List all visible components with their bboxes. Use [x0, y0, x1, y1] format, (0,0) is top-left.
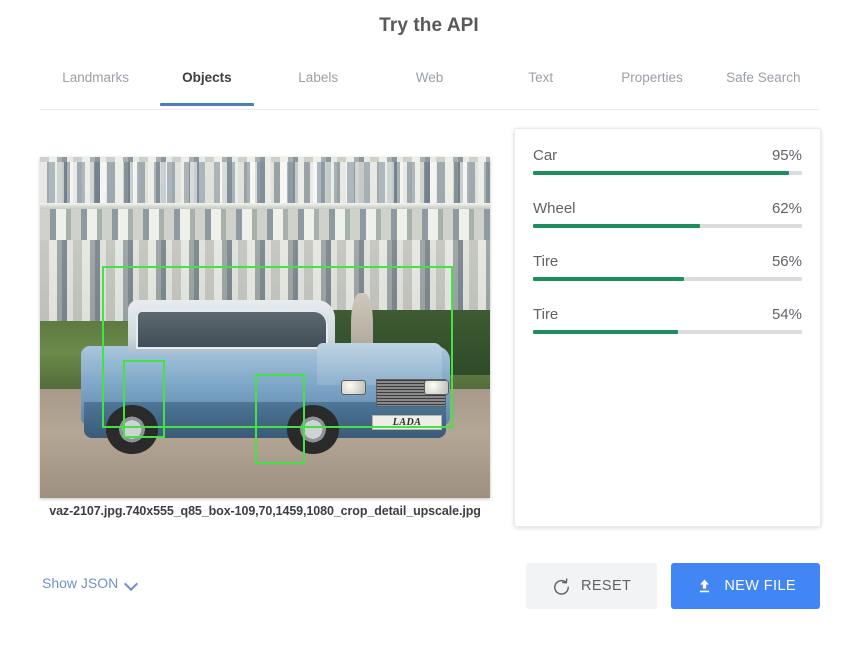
- upload-icon: [695, 577, 714, 596]
- front-wheel: [287, 404, 339, 455]
- result-label: Wheel: [533, 200, 576, 217]
- tab-properties[interactable]: Properties: [596, 70, 707, 105]
- photo-content: LADA: [40, 157, 490, 498]
- show-json-label: Show JSON: [42, 575, 119, 591]
- result-progress-track: [533, 277, 802, 281]
- result-progress-track: [533, 330, 802, 334]
- result-progress-fill: [533, 330, 679, 334]
- result-row: Tire 56%: [533, 253, 802, 281]
- tab-label: Web: [415, 70, 444, 85]
- license-plate-text: LADA: [392, 416, 422, 428]
- tab-safe-search[interactable]: Safe Search: [708, 70, 819, 105]
- tab-objects[interactable]: Objects: [151, 70, 262, 106]
- reset-label: RESET: [580, 578, 632, 594]
- result-progress-fill: [533, 171, 789, 175]
- tab-label: Properties: [621, 70, 683, 85]
- tab-label: Text: [528, 70, 554, 85]
- result-progress-fill: [533, 277, 684, 281]
- result-progress-fill: [533, 224, 700, 228]
- palace-cornice: [40, 203, 490, 209]
- page-title: Try the API: [379, 15, 479, 36]
- result-score: 54%: [771, 306, 802, 323]
- result-label: Car: [533, 147, 558, 164]
- result-score: 95%: [771, 147, 802, 164]
- tab-label: Labels: [298, 70, 339, 85]
- show-json-toggle[interactable]: Show JSON: [42, 575, 137, 591]
- new-file-label: NEW FILE: [724, 578, 796, 594]
- palace-upper-storey: [40, 162, 490, 204]
- analyzed-image[interactable]: LADA: [40, 157, 490, 498]
- chevron-down-icon: [125, 578, 137, 590]
- action-buttons: RESET NEW FILE: [525, 563, 820, 609]
- palace-lower-storey: [40, 209, 490, 240]
- result-progress-track: [533, 224, 802, 228]
- result-label: Tire: [533, 306, 559, 323]
- tab-label: Safe Search: [726, 70, 801, 85]
- rotate-left-icon: [552, 577, 571, 596]
- tab-text[interactable]: Text: [485, 70, 596, 105]
- tab-landmarks[interactable]: Landmarks: [40, 70, 151, 105]
- headlight-right: [423, 380, 450, 396]
- result-row: Wheel 62%: [533, 200, 802, 228]
- car-illustration: LADA: [80, 300, 450, 464]
- car-windows: [135, 310, 328, 350]
- image-filename-caption: vaz-2107.jpg.740x555_q85_box-109,70,1459…: [49, 504, 481, 518]
- tab-label: Objects: [182, 70, 232, 85]
- detection-results-card: Car 95% Wheel 62% Tire 56% Tire 54%: [514, 128, 821, 527]
- reset-button[interactable]: RESET: [525, 563, 658, 609]
- feature-tabs: Landmarks Objects Labels Web Text Proper…: [40, 70, 819, 110]
- headlight-left: [340, 380, 367, 396]
- result-progress-track: [533, 171, 802, 175]
- tab-label: Landmarks: [62, 70, 130, 85]
- new-file-button[interactable]: NEW FILE: [671, 563, 820, 609]
- tab-labels[interactable]: Labels: [263, 70, 374, 105]
- result-label: Tire: [533, 253, 559, 270]
- tab-active-indicator: [160, 103, 254, 106]
- rear-wheel: [106, 404, 158, 455]
- image-panel: LADA vaz-2107.jpg.740x555_q85_box-109,70…: [40, 157, 490, 518]
- tab-web[interactable]: Web: [374, 70, 485, 105]
- try-the-api-page: Try the API Landmarks Objects Labels Web…: [0, 0, 858, 647]
- result-score: 56%: [771, 253, 802, 270]
- license-plate: LADA: [372, 414, 443, 430]
- result-score: 62%: [771, 200, 802, 217]
- result-row: Tire 54%: [533, 306, 802, 334]
- result-row: Car 95%: [533, 147, 802, 175]
